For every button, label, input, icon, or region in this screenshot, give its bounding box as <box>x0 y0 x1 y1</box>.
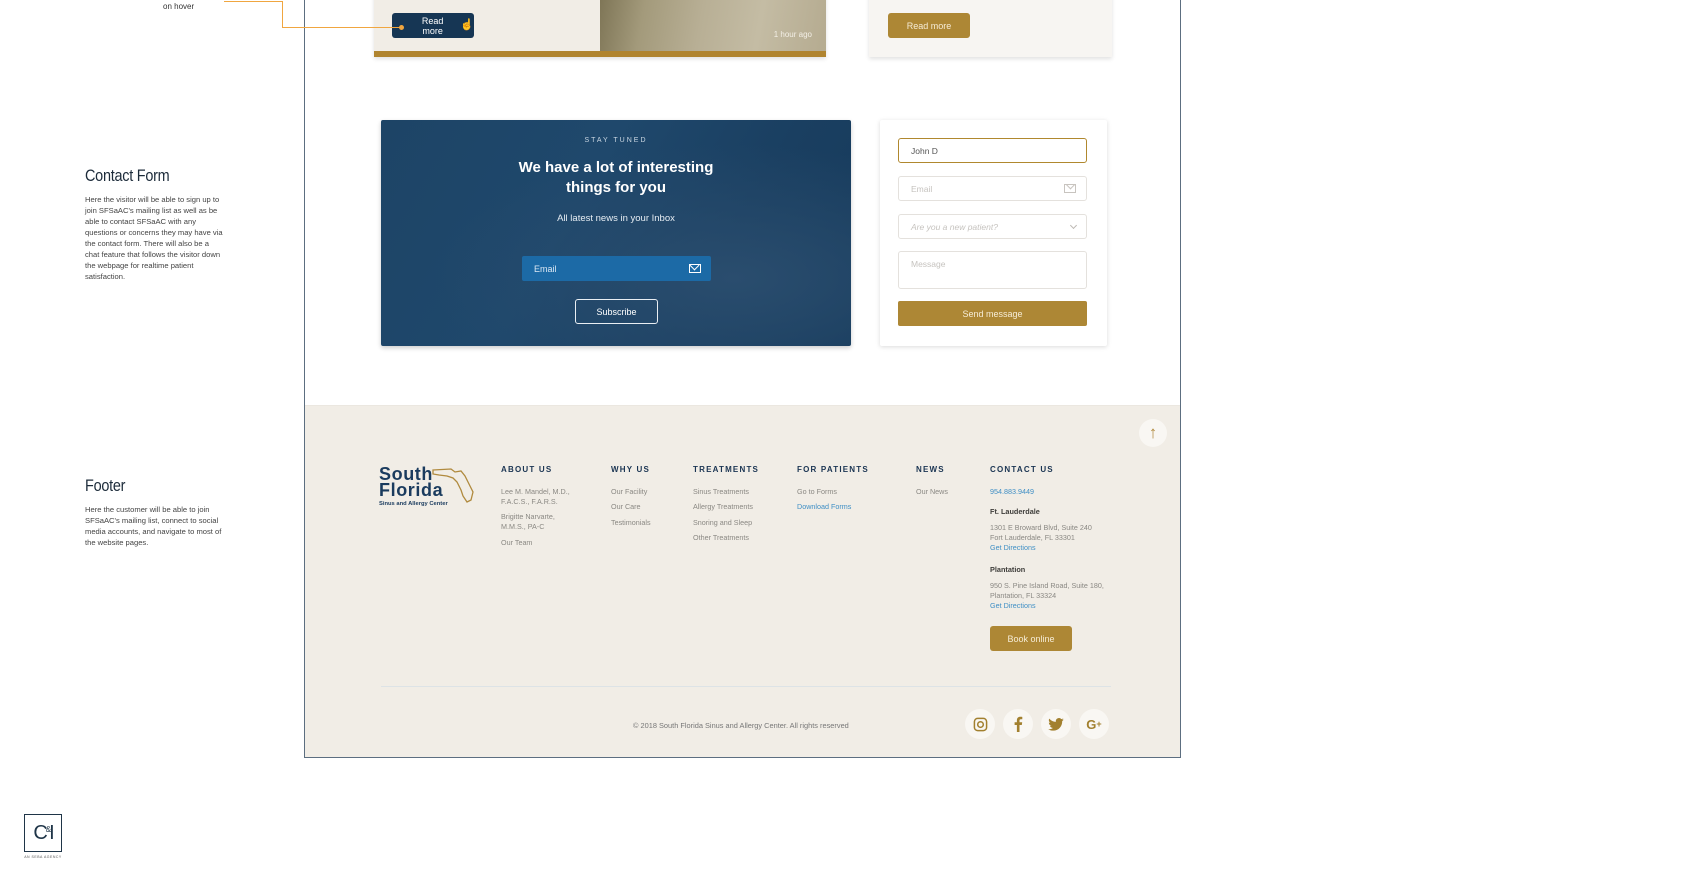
read-more-label: Read more <box>421 15 444 36</box>
footer-link[interactable]: Our Facility <box>611 487 651 497</box>
annotation-connector-dot <box>399 25 404 30</box>
newsletter-email-input[interactable] <box>534 263 674 274</box>
footer-link[interactable]: Our Care <box>611 502 651 512</box>
newsletter-title: We have a lot of interesting things for … <box>381 158 851 198</box>
footer-column-contact-us: CONTACT US 954.883.9449 Ft. Lauderdale 1… <box>990 465 1104 652</box>
footer-column-heading: NEWS <box>916 465 945 474</box>
name-input[interactable] <box>911 145 1061 156</box>
annotation-connector <box>282 27 402 28</box>
card-accent-bar <box>374 51 826 57</box>
footer-link[interactable]: Our News <box>916 487 948 497</box>
location-name: Ft. Lauderdale <box>990 507 1040 516</box>
footer-link[interactable]: Brigitte Narvarte, M.M.S., PA-C <box>501 512 581 532</box>
message-field[interactable] <box>898 251 1087 289</box>
location-name: Plantation <box>990 565 1026 574</box>
footer-column-for-patients: FOR PATIENTS Go to Forms Download Forms <box>797 465 869 518</box>
twitter-button[interactable] <box>1041 709 1071 739</box>
site-logo[interactable]: South Florida Sinus and Allergy Center <box>379 465 474 507</box>
send-message-button[interactable]: Send message <box>898 301 1087 326</box>
hand-pointer-icon: ☝ <box>460 19 474 31</box>
footer-divider <box>381 686 1111 687</box>
newsletter-signup: STAY TUNED We have a lot of interesting … <box>381 120 851 346</box>
get-directions-link[interactable]: Get Directions <box>990 543 1104 553</box>
news-card-image: 1 hour ago <box>600 0 826 51</box>
footer-link[interactable]: Download Forms <box>797 502 869 512</box>
annotation-title: Footer <box>85 476 126 495</box>
contact-form: Are you a new patient? Send message <box>880 120 1107 346</box>
footer-link[interactable]: Our Team <box>501 538 581 548</box>
annotation-text: Here the visitor will be able to sign up… <box>85 195 223 281</box>
footer-link[interactable]: Go to Forms <box>797 487 869 497</box>
arrow-up-icon: ↑ <box>1148 423 1158 442</box>
mail-icon <box>689 264 701 273</box>
read-more-button[interactable]: Read more ☝ <box>392 13 474 38</box>
news-card: Read more <box>869 0 1112 57</box>
google-plus-button[interactable]: G+ <box>1079 709 1109 739</box>
newsletter-subtitle: All latest news in your Inbox <box>557 213 675 224</box>
contact-form-annotation: Contact Form Here the visitor will be ab… <box>85 166 225 282</box>
annotation-title: Contact Form <box>85 166 170 185</box>
footer-link[interactable]: Testimonials <box>611 518 651 528</box>
phone-link[interactable]: 954.883.9449 <box>990 487 1104 497</box>
agency-caption: AN SEBA AGENCY <box>24 855 62 859</box>
footer-column-about-us: ABOUT US Lee M. Mandel, M.D., F.A.C.S., … <box>501 465 581 553</box>
newsletter-kicker: STAY TUNED <box>584 137 648 144</box>
footer-column-heading: WHY US <box>611 465 651 474</box>
florida-map-icon <box>432 468 474 503</box>
book-online-button[interactable]: Book online <box>990 626 1072 652</box>
social-links: G+ <box>965 709 1109 739</box>
mail-icon <box>1064 184 1076 193</box>
read-more-button[interactable]: Read more <box>888 13 970 38</box>
newsletter-title-text: We have a lot of interesting things for … <box>518 159 714 196</box>
agency-logo-letter: I <box>49 821 54 844</box>
subscribe-button[interactable]: Subscribe <box>575 299 658 324</box>
instagram-icon <box>973 717 987 731</box>
site-footer: ↑ South Florida Sinus and Allergy Center… <box>305 405 1180 757</box>
news-timestamp: 1 hour ago <box>773 30 812 39</box>
location-address: 1301 E Broward Blvd, Suite 240 <box>990 523 1092 532</box>
back-to-top-button[interactable]: ↑ <box>1139 419 1167 447</box>
hover-annotation: on hover <box>163 2 195 11</box>
new-patient-select[interactable]: Are you a new patient? <box>898 214 1087 239</box>
location-address: Plantation, FL 33324 <box>990 591 1057 600</box>
annotation-text: Here the customer will be able to join S… <box>85 505 222 547</box>
footer-column-heading: TREATMENTS <box>693 465 760 474</box>
annotation-connector <box>224 1 283 2</box>
footer-column-heading: FOR PATIENTS <box>797 465 869 474</box>
email-field[interactable] <box>898 176 1087 201</box>
instagram-button[interactable] <box>965 709 995 739</box>
location-address: Fort Lauderdale, FL 33301 <box>990 533 1075 542</box>
newsletter-email-field[interactable] <box>522 256 711 281</box>
footer-link[interactable]: Allergy Treatments <box>693 502 759 512</box>
footer-annotation: Footer Here the customer will be able to… <box>85 476 225 548</box>
footer-column-why-us: WHY US Our Facility Our Care Testimonial… <box>611 465 651 533</box>
website-mockup-frame: Read more ☝ 1 hour ago Read more STAY TU… <box>304 0 1181 758</box>
chevron-down-icon <box>1069 221 1078 229</box>
google-plus-icon: G+ <box>1086 716 1102 732</box>
get-directions-link[interactable]: Get Directions <box>990 601 1104 611</box>
footer-link[interactable]: Sinus Treatments <box>693 487 759 497</box>
footer-column-treatments: TREATMENTS Sinus Treatments Allergy Trea… <box>693 465 759 549</box>
footer-column-news: NEWS Our News <box>916 465 948 502</box>
name-field[interactable] <box>898 138 1087 163</box>
footer-column-heading: CONTACT US <box>990 465 1054 474</box>
message-input[interactable] <box>911 259 1061 269</box>
email-input[interactable] <box>911 183 1061 194</box>
footer-link[interactable]: Other Treatments <box>693 533 759 543</box>
agency-logo-letter: C <box>33 821 48 844</box>
agency-logo-amp: & <box>45 824 52 834</box>
footer-column-heading: ABOUT US <box>501 465 553 474</box>
select-placeholder: Are you a new patient? <box>911 221 998 232</box>
footer-link[interactable]: Lee M. Mandel, M.D., F.A.C.S., F.A.R.S. <box>501 487 581 507</box>
location-address: 950 S. Pine Island Road, Suite 180, <box>990 581 1104 590</box>
news-card: Read more ☝ 1 hour ago <box>374 0 826 57</box>
facebook-icon <box>1014 716 1023 732</box>
footer-link[interactable]: Snoring and Sleep <box>693 518 759 528</box>
twitter-icon <box>1048 717 1064 731</box>
copyright-text: © 2018 South Florida Sinus and Allergy C… <box>633 721 849 730</box>
facebook-button[interactable] <box>1003 709 1033 739</box>
annotation-connector <box>282 1 283 28</box>
agency-logo: C & I <box>24 814 62 852</box>
